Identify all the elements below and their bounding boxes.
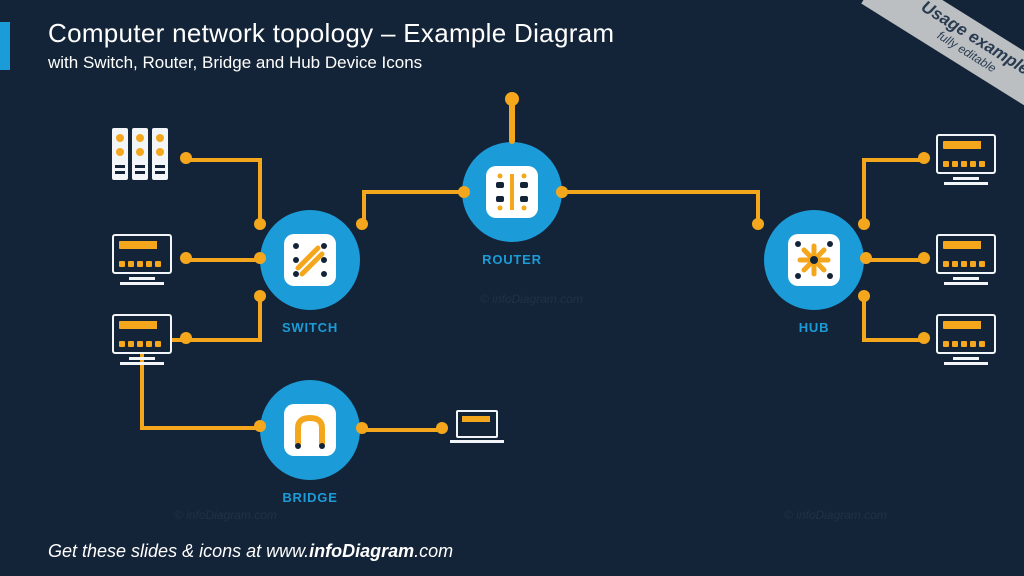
footer-suffix: .com — [414, 541, 453, 561]
footer-prefix: Get these slides & icons at www. — [48, 541, 309, 561]
switch-label: SWITCH — [260, 320, 360, 335]
switch-node — [260, 210, 360, 310]
wire — [362, 428, 440, 432]
connector-dot — [180, 152, 192, 164]
connector-dot — [860, 252, 872, 264]
connector-dot — [356, 218, 368, 230]
connector-dot — [918, 332, 930, 344]
wire — [258, 158, 262, 224]
connector-dot — [180, 252, 192, 264]
watermark: © infoDiagram.com — [480, 292, 583, 306]
bridge-label: BRIDGE — [260, 490, 360, 505]
wire — [862, 158, 866, 224]
computer-icon — [112, 314, 172, 365]
wire — [862, 158, 922, 162]
connector-dot — [505, 92, 519, 106]
router-icon — [486, 166, 538, 218]
computer-icon — [936, 234, 996, 285]
hub-icon — [788, 234, 840, 286]
wire — [509, 100, 515, 144]
switch-icon — [284, 234, 336, 286]
laptop-icon — [456, 410, 504, 443]
wire — [186, 258, 260, 262]
wire — [258, 296, 262, 342]
connector-dot — [254, 252, 266, 264]
connector-dot — [858, 290, 870, 302]
computer-icon — [112, 234, 172, 285]
connector-dot — [752, 218, 764, 230]
server-rack-icon — [112, 128, 168, 180]
bridge-node — [260, 380, 360, 480]
connector-dot — [356, 422, 368, 434]
connector-dot — [918, 152, 930, 164]
connector-dot — [918, 252, 930, 264]
wire — [140, 426, 260, 430]
computer-icon — [936, 134, 996, 185]
wire — [562, 190, 760, 194]
wire — [186, 338, 262, 342]
connector-dot — [254, 218, 266, 230]
connector-dot — [556, 186, 568, 198]
watermark: © infoDiagram.com — [784, 508, 887, 522]
wire — [866, 258, 922, 262]
diagram-stage: ROUTER SWITCH HUB — [0, 0, 1024, 576]
connector-dot — [436, 422, 448, 434]
watermark: © infoDiagram.com — [174, 508, 277, 522]
hub-label: HUB — [764, 320, 864, 335]
connector-dot — [254, 420, 266, 432]
computer-icon — [936, 314, 996, 365]
wire — [186, 158, 262, 162]
hub-node — [764, 210, 864, 310]
wire — [862, 296, 866, 342]
connector-dot — [458, 186, 470, 198]
wire — [862, 338, 922, 342]
bridge-icon — [284, 404, 336, 456]
wire — [362, 190, 462, 194]
footer: Get these slides & icons at www.infoDiag… — [48, 541, 453, 562]
router-label: ROUTER — [462, 252, 562, 267]
connector-dot — [858, 218, 870, 230]
footer-brand: infoDiagram — [309, 541, 414, 561]
connector-dot — [254, 290, 266, 302]
router-node — [462, 142, 562, 242]
